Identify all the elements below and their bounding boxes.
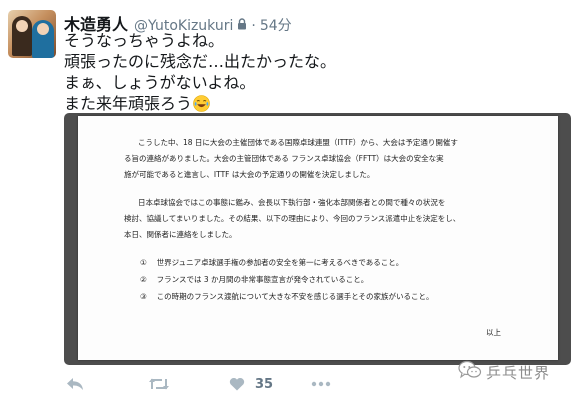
- document-photo: こうした中、18 日に大会の主催団体である国際卓球連盟（ITTF）から、大会は予…: [78, 116, 558, 360]
- tweet-text-line: 頑張ったのに残念だ…出たかったな。: [64, 52, 337, 71]
- avatar[interactable]: [8, 10, 56, 58]
- watermark-text: 乒乓世界: [486, 363, 551, 382]
- retweet-icon: [148, 377, 170, 391]
- tweet-text-line: そうなっちゃうよね。: [64, 31, 225, 50]
- more-button[interactable]: [311, 374, 331, 394]
- wechat-icon: [458, 360, 482, 384]
- tweet-image[interactable]: こうした中、18 日に大会の主催団体である国際卓球連盟（ITTF）から、大会は予…: [64, 113, 571, 365]
- document-line: 施が可能であると進言し、ITTF は大会の予定通りの開催を決定しました。: [124, 170, 375, 179]
- document-list-item: ② フランスでは 3 か月間の非常事態宣言が発令されていること。: [140, 275, 369, 284]
- more-icon: [311, 381, 331, 387]
- document-line: 検討、協議してまいりました。その結果、以下の理由により、今回のフランス派遣中止を…: [124, 214, 461, 223]
- watermark: 乒乓世界: [458, 360, 550, 384]
- retweet-button[interactable]: [148, 374, 170, 394]
- tweet-text-line: まぁ、しょうがないよね。: [64, 73, 256, 92]
- tweet: 木造勇人 @YutoKizukuri · 54分 そうなっちゃうよね。 頑張った…: [0, 0, 587, 404]
- document-list-item: ③ この時期のフランス渡航について大きな不安を感じる選手とその家族がいること。: [140, 292, 434, 301]
- tweet-text-line-content: また来年頑張ろう: [64, 94, 193, 113]
- document-line: る旨の連絡がありました。大会の主管団体である フランス卓球協会（FFTT）は大会…: [124, 154, 444, 163]
- heart-icon: [229, 377, 245, 391]
- lock-icon: [237, 15, 247, 30]
- document-line: 本日、関係者に連絡をしました。: [124, 230, 237, 239]
- reply-button[interactable]: [66, 374, 84, 394]
- laughing-tears-emoji-icon: [193, 95, 210, 112]
- tweet-text: そうなっちゃうよね。 頑張ったのに残念だ…出たかったな。 まぁ、しょうがないよね…: [64, 30, 564, 114]
- reply-icon: [66, 377, 84, 391]
- like-count: 35: [255, 376, 274, 392]
- like-button[interactable]: 35: [229, 374, 273, 394]
- document-closing: 以上: [486, 328, 501, 337]
- tweet-text-line: また来年頑張ろう: [64, 93, 564, 114]
- document-line: こうした中、18 日に大会の主催団体である国際卓球連盟（ITTF）から、大会は予…: [138, 138, 458, 147]
- document-line: 日本卓球協会ではこの事態に鑑み、会長以下執行部・強化本部関係者との間で種々の状況…: [138, 198, 446, 207]
- document-list-item: ① 世界ジュニア卓球選手権の参加者の安全を第一に考えるべきであること。: [140, 258, 404, 267]
